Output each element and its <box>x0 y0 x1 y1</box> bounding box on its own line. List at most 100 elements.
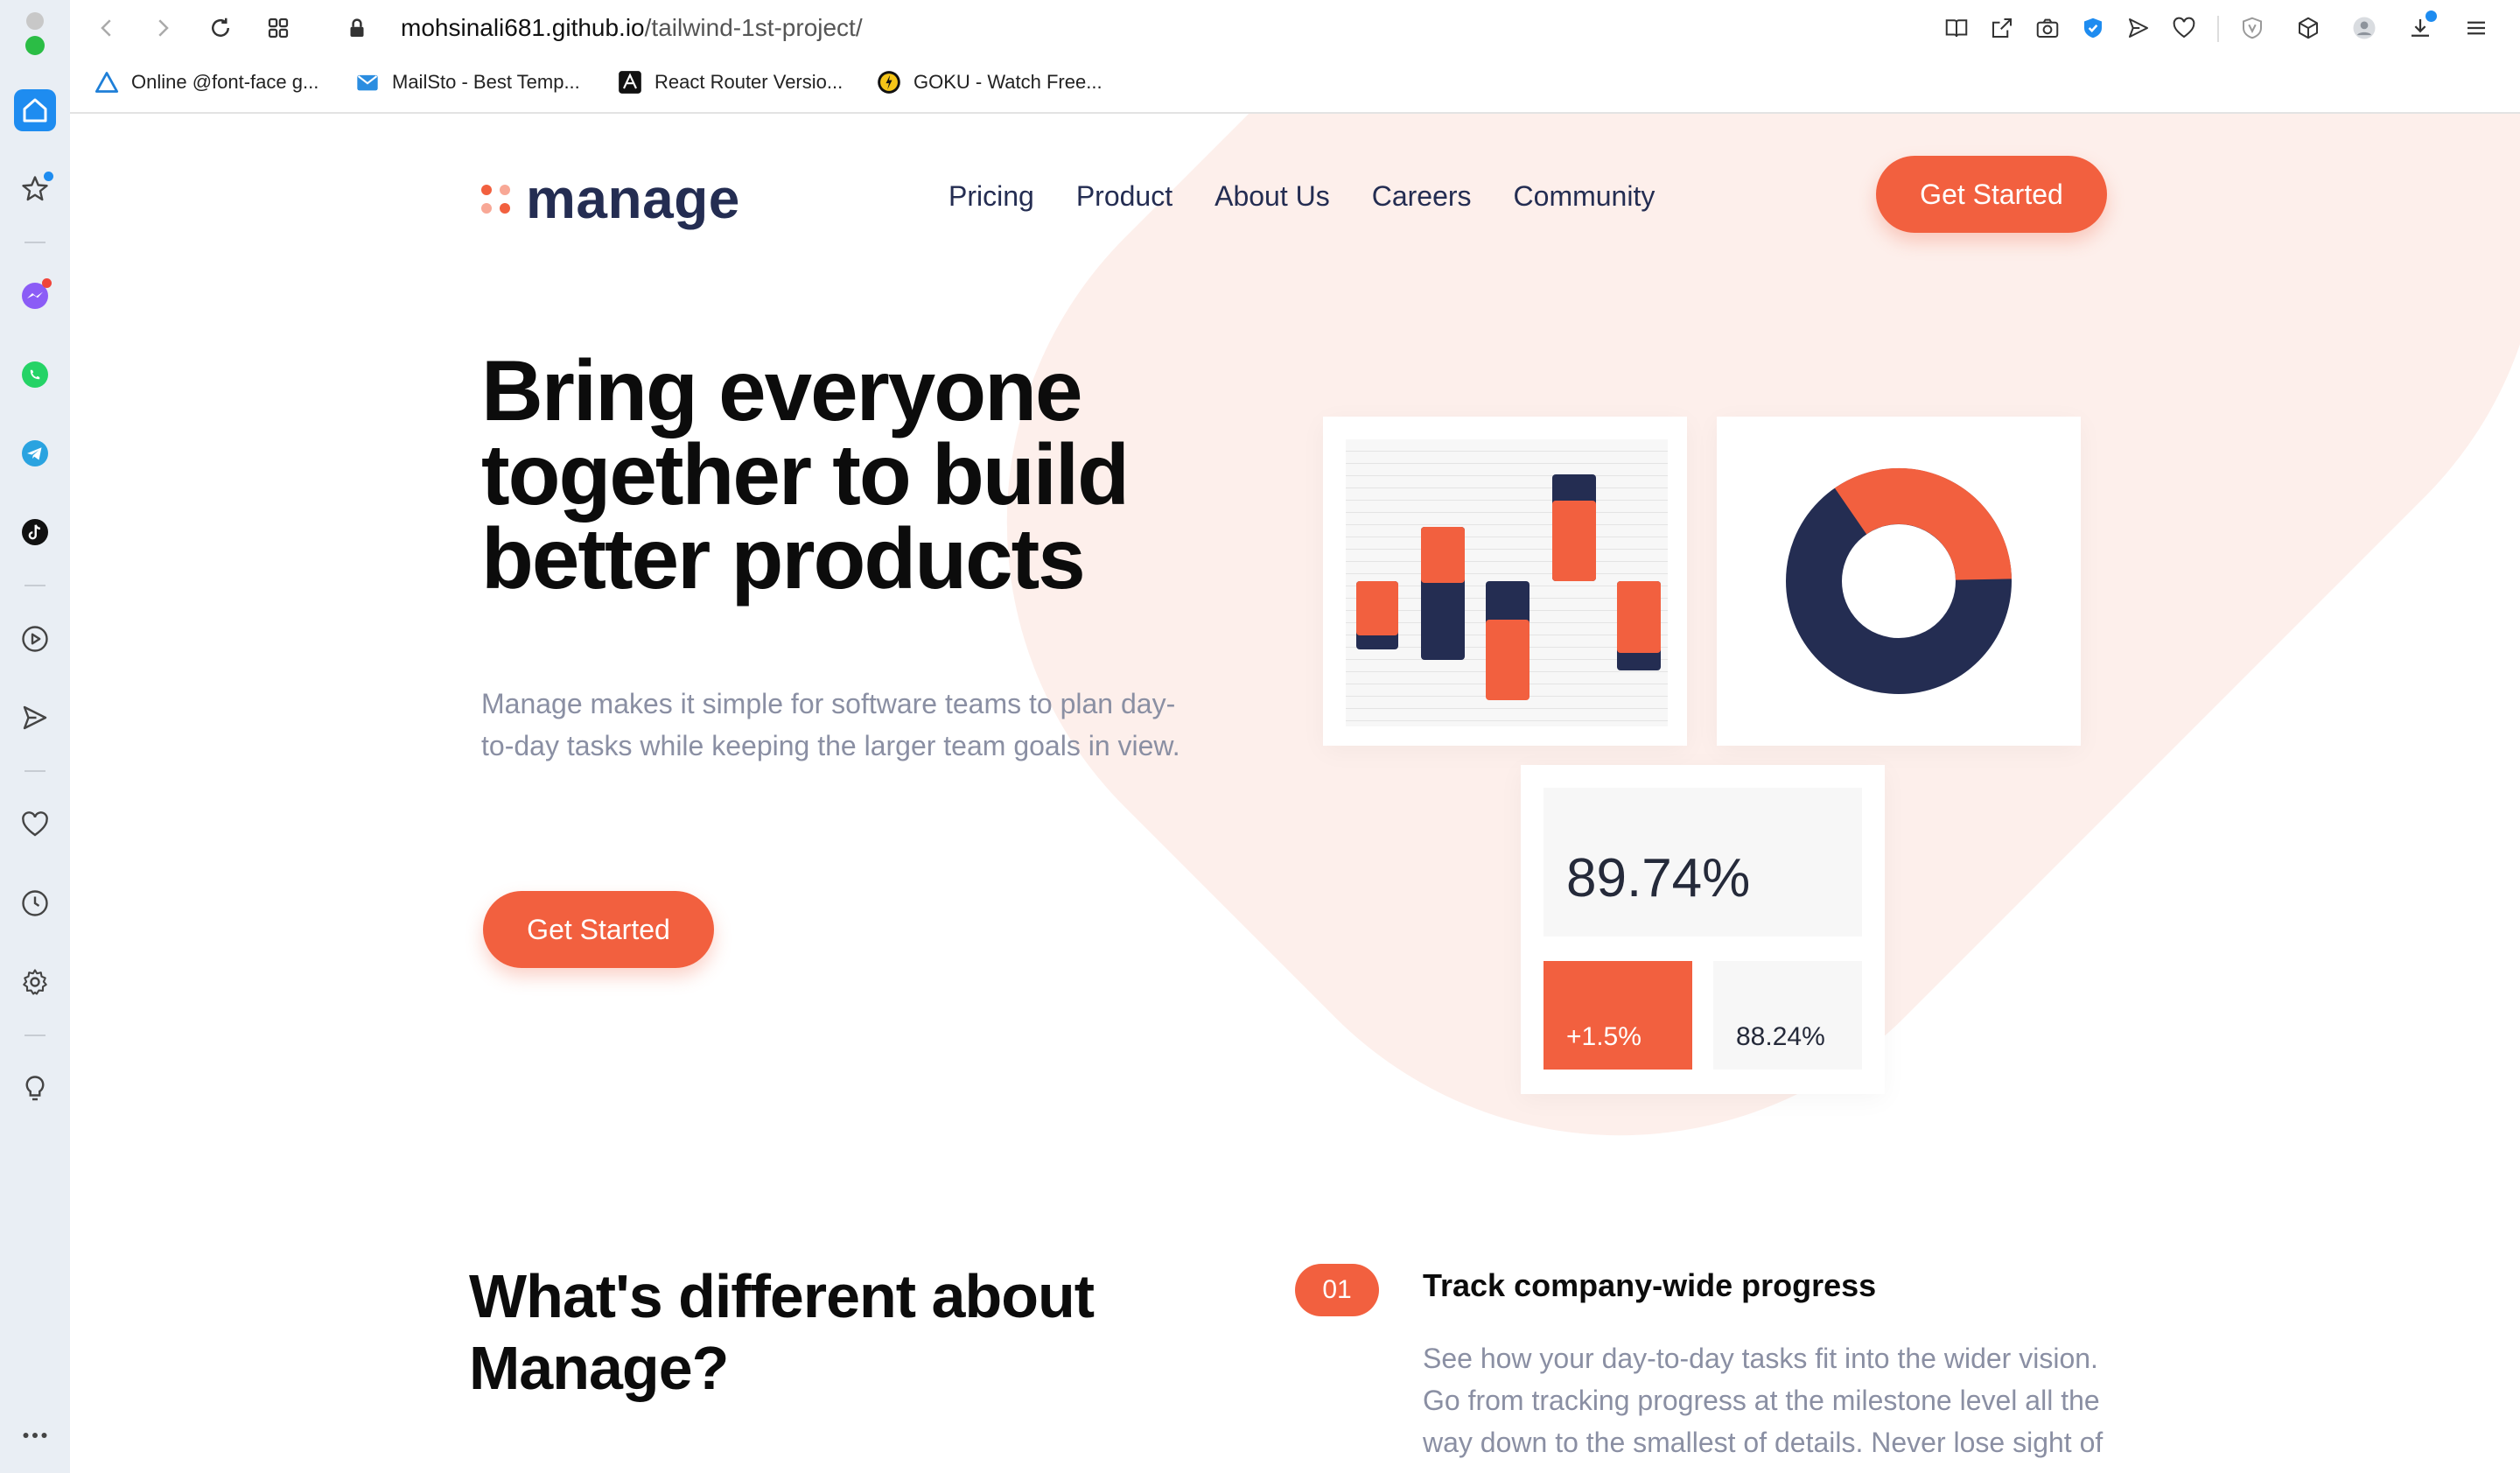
feature-number-badge: 01 <box>1295 1264 1379 1316</box>
extensions-button[interactable] <box>2292 12 2324 44</box>
lightbulb-icon <box>25 1076 45 1101</box>
downloads-button[interactable] <box>2404 11 2437 44</box>
sidebar-extensions-button[interactable] <box>14 168 56 210</box>
sidebar-telegram-button[interactable] <box>14 432 56 474</box>
home-icon <box>23 98 47 123</box>
avatar-icon <box>2353 17 2376 39</box>
nav-link-product[interactable]: Product <box>1076 180 1172 213</box>
sidebar-divider <box>24 770 46 772</box>
book-open-icon <box>1945 19 1968 38</box>
bar-chart-illustration <box>1356 474 1661 700</box>
sidebar-send-button[interactable] <box>14 697 56 739</box>
bookmark-item[interactable]: React Router Versio... <box>618 65 843 100</box>
features-heading: What's different about Manage? <box>469 1262 1095 1402</box>
feature-title: Track company-wide progress <box>1423 1267 1877 1303</box>
camera-icon <box>2036 18 2059 38</box>
bookmark-label: GOKU - Watch Free... <box>914 71 1102 93</box>
browser-sidebar <box>0 0 71 1473</box>
hero-get-started-button[interactable]: Get Started <box>483 891 714 968</box>
browser-toolbar: mohsinali681.github.io/tailwind-1st-proj… <box>70 0 2520 114</box>
bar-chart-card <box>1323 417 1687 746</box>
adblock-shield-button[interactable] <box>2077 12 2109 44</box>
sidebar-whatsapp-button[interactable] <box>14 354 56 396</box>
main-nav: Pricing Product About Us Careers Communi… <box>948 180 1655 213</box>
triangle-icon <box>94 70 119 95</box>
send-icon <box>2129 18 2148 38</box>
sidebar-divider <box>24 585 46 586</box>
sidebar-tips-button[interactable] <box>14 1068 56 1110</box>
stat-secondary-panel: 88.24% <box>1713 961 1862 1070</box>
bookmark-label: Online @font-face g... <box>131 71 319 93</box>
sidebar-history-button[interactable] <box>14 882 56 924</box>
send-icon <box>23 705 47 730</box>
profile-button[interactable] <box>2348 12 2380 44</box>
nav-link-about-us[interactable]: About Us <box>1214 180 1330 213</box>
reload-button[interactable] <box>205 12 236 44</box>
sidebar-pinboard-button[interactable] <box>14 803 56 845</box>
chevron-right-icon <box>158 19 169 37</box>
bookmark-item[interactable]: Online @font-face g... <box>94 65 318 100</box>
logo-dots-icon <box>481 184 510 214</box>
bar-segment-orange <box>1486 620 1530 700</box>
share-button[interactable] <box>1986 12 2018 44</box>
nav-link-careers[interactable]: Careers <box>1372 180 1472 213</box>
bookmark-item[interactable]: GOKU - Watch Free... <box>877 65 1102 100</box>
stat-secondary-value: 88.24% <box>1736 1022 1825 1051</box>
url-host: mohsinali681.github.io <box>401 14 645 41</box>
nav-link-pricing[interactable]: Pricing <box>948 180 1034 213</box>
stat-change-panel: +1.5% <box>1544 961 1692 1070</box>
shield-check-icon <box>2084 18 2102 39</box>
flow-button[interactable] <box>2123 12 2154 44</box>
notification-dot <box>2426 11 2437 22</box>
gear-icon <box>23 969 47 995</box>
bookmark-label: React Router Versio... <box>654 71 844 93</box>
web-page: manage Pricing Product About Us Careers … <box>70 114 2520 1473</box>
snapshot-button[interactable] <box>2032 12 2063 44</box>
back-button[interactable] <box>91 12 122 44</box>
logo-text: manage <box>526 167 740 230</box>
donut-orange-segment <box>1834 467 2012 581</box>
bookmark-item[interactable]: MailSto - Best Temp... <box>355 65 580 100</box>
sidebar-tiktok-button[interactable] <box>14 511 56 553</box>
goku-icon <box>877 70 901 95</box>
stat-main-value: 89.74% <box>1566 848 1751 908</box>
url-path: /tailwind-1st-project/ <box>644 14 863 41</box>
stats-card: 89.74% +1.5% 88.24% <box>1521 765 1885 1094</box>
sidebar-player-button[interactable] <box>14 618 56 660</box>
lock-icon <box>350 18 364 37</box>
address-bar[interactable]: mohsinali681.github.io/tailwind-1st-proj… <box>401 12 863 44</box>
speed-dial-button[interactable] <box>262 12 294 44</box>
donut-chart-illustration <box>1786 467 2012 694</box>
security-lock[interactable] <box>341 12 373 44</box>
pinboard-button[interactable] <box>2168 12 2200 44</box>
window-zoom-button[interactable] <box>14 25 56 67</box>
clock-icon <box>22 890 48 916</box>
bookmark-label: MailSto - Best Temp... <box>392 71 580 93</box>
header-get-started-button[interactable]: Get Started <box>1876 156 2107 233</box>
easy-setup-button[interactable] <box>2460 12 2492 44</box>
heart-icon <box>22 811 48 837</box>
vpn-button[interactable] <box>2236 12 2268 44</box>
stat-main-panel: 89.74% <box>1544 788 1862 936</box>
grid-icon <box>268 18 289 39</box>
sidebar-messenger-button[interactable] <box>14 275 56 317</box>
forward-button[interactable] <box>147 12 178 44</box>
bar-chart-grid <box>1346 439 1668 726</box>
sidebar-more-button[interactable] <box>14 1414 56 1456</box>
site-logo[interactable]: manage <box>481 166 740 231</box>
react-router-icon <box>618 70 642 95</box>
sidebar-home-button[interactable] <box>14 89 56 131</box>
play-circle-icon <box>22 626 48 652</box>
sidebar-divider <box>24 1035 46 1036</box>
bar-segment-orange <box>1356 581 1398 635</box>
share-icon <box>1992 18 2012 38</box>
sidebar-settings-button[interactable] <box>14 961 56 1003</box>
chevron-left-icon <box>101 19 111 37</box>
feature-description: See how your day-to-day tasks fit into t… <box>1423 1343 2104 1458</box>
tiktok-icon <box>22 519 48 545</box>
reload-icon <box>212 18 229 37</box>
nav-link-community[interactable]: Community <box>1514 180 1656 213</box>
telegram-icon <box>22 440 48 466</box>
more-horizontal-icon <box>23 1433 47 1438</box>
reader-mode-button[interactable] <box>1941 12 1972 44</box>
